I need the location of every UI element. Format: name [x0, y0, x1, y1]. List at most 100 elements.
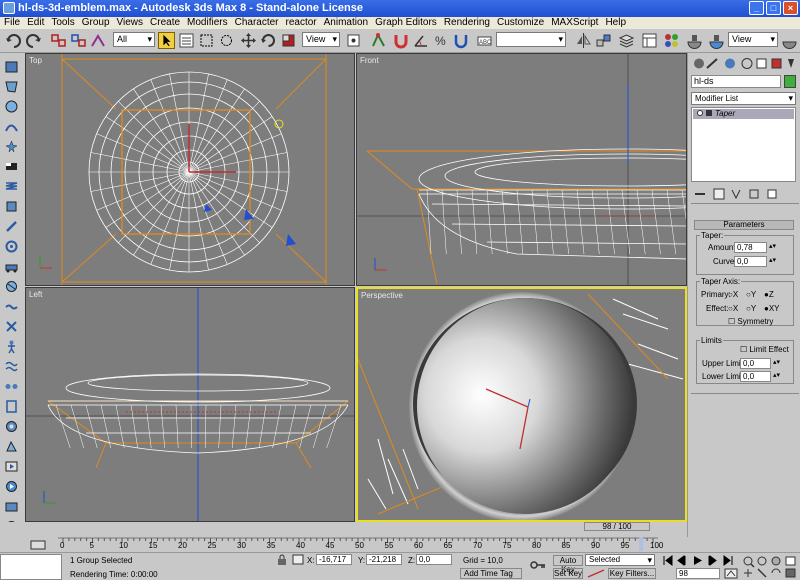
spinner-snap-icon[interactable] [453, 32, 470, 49]
effect-x-radio[interactable]: ○X [728, 304, 738, 313]
expand-icon[interactable] [706, 110, 712, 116]
hinge-icon[interactable] [4, 359, 19, 374]
viewport-label-front[interactable]: Front [360, 56, 379, 65]
lock-selection-icon[interactable] [276, 554, 288, 565]
undo-icon[interactable] [5, 32, 22, 49]
rigid-body-collection-icon[interactable] [4, 59, 19, 74]
effect-y-radio[interactable]: ○Y [746, 304, 756, 313]
viewport-front[interactable]: Front [356, 53, 687, 286]
analyze-world-icon[interactable] [4, 499, 19, 514]
fracture-2-icon[interactable] [4, 439, 19, 454]
menu-maxscript[interactable]: MAXScript [547, 17, 601, 29]
y-coordinate-input[interactable]: -21,218 [366, 554, 402, 565]
object-name-field[interactable]: hl-ds [691, 75, 781, 88]
percent-snap-icon[interactable]: % [433, 32, 450, 49]
select-and-rotate-icon[interactable] [260, 32, 277, 49]
primary-y-radio[interactable]: ○Y [746, 290, 756, 299]
motor-icon[interactable] [4, 219, 19, 234]
curve-input[interactable]: 0,0 [734, 256, 767, 267]
select-and-move-icon[interactable] [240, 32, 257, 49]
viewport-perspective[interactable]: Perspective [356, 287, 687, 522]
viewport-label-left[interactable]: Left [29, 290, 42, 299]
rectangular-selection-icon[interactable] [198, 32, 215, 49]
symmetry-checkbox[interactable]: ☐ Symmetry [728, 317, 773, 326]
select-and-manipulate-icon[interactable] [370, 32, 387, 49]
set-key-icon[interactable] [530, 559, 546, 571]
minimize-button[interactable]: _ [749, 1, 764, 15]
redo-icon[interactable] [25, 32, 42, 49]
unlink-icon[interactable] [70, 32, 87, 49]
quick-render-icon[interactable] [708, 32, 725, 49]
constraint-solver-icon[interactable] [4, 319, 19, 334]
create-animation-icon[interactable] [4, 479, 19, 494]
viewport-left[interactable]: Left [25, 287, 355, 522]
menu-views[interactable]: Views [113, 17, 147, 29]
default-tangent-icon[interactable] [586, 568, 606, 579]
dashpot-icon[interactable] [4, 199, 19, 214]
menu-file[interactable]: File [0, 17, 23, 29]
maxscript-listener[interactable] [0, 554, 62, 580]
upper-spinner-icon[interactable]: ▴▾ [773, 358, 780, 366]
spring-icon[interactable] [4, 179, 19, 194]
x-coordinate-input[interactable]: -16,717 [316, 554, 352, 565]
named-selection-dropdown[interactable] [496, 32, 566, 47]
cloth-collection-icon[interactable] [4, 79, 19, 94]
edit-named-selection-icon[interactable]: ABC [476, 32, 493, 49]
soft-body-collection-icon[interactable] [4, 99, 19, 114]
select-by-name-icon[interactable] [178, 32, 195, 49]
window-crossing-icon[interactable] [218, 32, 235, 49]
stack-tools[interactable] [692, 187, 792, 201]
menu-create[interactable]: Create [146, 17, 183, 29]
select-object-icon[interactable] [158, 32, 175, 49]
viewport-label-perspective[interactable]: Perspective [361, 291, 403, 300]
bind-space-warp-icon[interactable] [90, 32, 107, 49]
reference-coordinate-dropdown[interactable]: View [302, 32, 340, 47]
align-icon[interactable] [595, 32, 612, 49]
set-key-button[interactable]: Set Key [553, 568, 583, 579]
rope-collection-icon[interactable] [4, 119, 19, 134]
command-panel-tabs[interactable] [692, 56, 797, 71]
wind-icon[interactable] [4, 239, 19, 254]
menu-rendering[interactable]: Rendering [440, 17, 493, 29]
key-mode-dropdown[interactable]: Selected [585, 554, 655, 566]
playback-controls[interactable] [662, 555, 738, 566]
add-time-tag-button[interactable]: Add Time Tag [460, 568, 522, 579]
selection-filter-dropdown[interactable]: All [113, 32, 155, 47]
light-bulb-icon[interactable] [697, 110, 703, 116]
angle-snap-icon[interactable] [413, 32, 430, 49]
modifier-stack[interactable]: Taper [691, 107, 796, 182]
menu-edit[interactable]: Edit [23, 17, 47, 29]
car-wheel-icon[interactable] [4, 419, 19, 434]
track-bar[interactable]: 0 5 10 15 20 25 30 35 40 45 50 55 60 65 70 75 80 85 90 95 10… [58, 537, 663, 552]
fracture-icon[interactable] [4, 279, 19, 294]
amount-spinner-icon[interactable]: ▴▾ [769, 242, 776, 250]
render-scene-icon[interactable] [686, 32, 703, 49]
select-and-link-icon[interactable] [50, 32, 67, 49]
snaps-toggle-icon[interactable] [393, 32, 410, 49]
parameters-rollout-header[interactable]: Parameters [694, 220, 794, 230]
mini-listener-icon[interactable] [30, 539, 46, 551]
modifier-list-dropdown[interactable]: Modifier List [691, 92, 796, 105]
amount-input[interactable]: 0,78 [734, 242, 767, 253]
key-filters-button[interactable]: Key Filters... [608, 568, 656, 579]
limit-effect-checkbox[interactable]: ☐ Limit Effect [740, 345, 789, 354]
material-editor-icon[interactable] [663, 32, 680, 49]
auto-key-button[interactable]: Auto Key [553, 555, 583, 574]
layer-manager-icon[interactable] [618, 32, 635, 49]
preview-animation-icon[interactable] [4, 459, 19, 474]
upper-limit-input[interactable]: 0,0 [740, 358, 771, 369]
current-frame-marker[interactable] [639, 537, 644, 551]
effect-xy-radio[interactable]: ●XY [764, 304, 780, 313]
object-color-swatch[interactable] [784, 75, 796, 88]
curve-editor-icon[interactable] [641, 32, 658, 49]
primary-z-radio[interactable]: ●Z [764, 290, 774, 299]
viewport-label-top[interactable]: Top [29, 56, 42, 65]
render-last-icon[interactable] [781, 32, 798, 49]
point-to-point-icon[interactable] [4, 379, 19, 394]
z-coordinate-input[interactable]: 0,0 [416, 554, 452, 565]
menu-reactor[interactable]: reactor [282, 17, 320, 29]
toy-car-icon[interactable] [4, 259, 19, 274]
menu-tools[interactable]: Tools [47, 17, 77, 29]
current-frame-input[interactable]: 98 [676, 568, 720, 579]
menu-animation[interactable]: Animation [320, 17, 371, 29]
